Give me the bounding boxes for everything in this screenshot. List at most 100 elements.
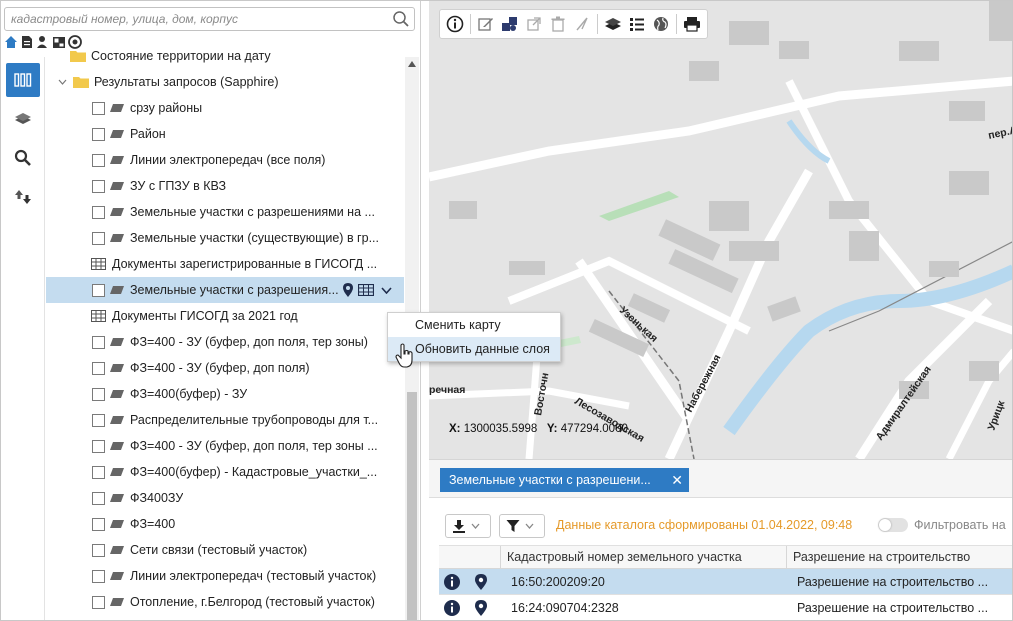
layers-button[interactable] (602, 13, 624, 35)
tree-item[interactable]: срзу районы (46, 95, 404, 121)
chevron-down-icon[interactable] (380, 286, 392, 294)
tree-item[interactable]: ЗУ с ГПЗУ в КВЗ (46, 173, 404, 199)
rail-sort[interactable] (6, 180, 40, 214)
tree-item[interactable]: ФЗ=400 (46, 511, 404, 537)
delete-button[interactable] (547, 13, 569, 35)
layer-checkbox[interactable] (92, 543, 105, 557)
cell-cadastral: 16:24:090704:2328 (511, 601, 619, 615)
shapes-button[interactable] (499, 13, 521, 35)
search-input[interactable] (11, 11, 381, 27)
measure-button[interactable] (571, 13, 593, 35)
download-dropdown[interactable] (445, 514, 491, 538)
layer-icon (110, 520, 124, 528)
layer-checkbox[interactable] (92, 491, 105, 505)
info-icon[interactable] (443, 599, 461, 617)
layer-icon (110, 182, 124, 190)
layer-checkbox[interactable] (92, 413, 105, 427)
layer-checkbox[interactable] (92, 361, 105, 375)
tree-item[interactable]: Документы ГИСОГД за 2021 год (46, 303, 404, 329)
tree-group-row[interactable]: Состояние территории на дату (70, 47, 404, 69)
folder-icon (73, 77, 89, 88)
menu-item-change-map[interactable]: Сменить карту (388, 313, 560, 337)
tree-item-label: Документы ГИСОГД за 2021 год (112, 309, 298, 323)
table-row[interactable]: 16:50:200209:20 Разрешение на строительст… (439, 569, 1012, 595)
tree-item-label: Распределительные трубопроводы для т... (130, 413, 379, 427)
layer-icon (110, 208, 124, 216)
tree-item[interactable]: Отопление, г.Белгород (тестовый участок) (46, 589, 404, 615)
tree-item[interactable]: Распределительные трубопроводы для т... (46, 407, 404, 433)
document-icon[interactable] (20, 34, 34, 50)
tree-item-label: Земельные участки (существующие) в гр... (130, 231, 379, 245)
layer-checkbox[interactable] (92, 517, 105, 531)
home-icon[interactable] (4, 34, 18, 50)
layer-checkbox[interactable] (92, 595, 105, 609)
column-header-cadastral[interactable]: Кадастровый номер земельного участка (500, 546, 786, 570)
layer-checkbox[interactable] (92, 569, 105, 583)
globe-button[interactable] (650, 13, 672, 35)
filter-dropdown[interactable] (499, 514, 545, 538)
layer-checkbox[interactable] (92, 387, 105, 401)
layer-checkbox[interactable] (92, 101, 105, 115)
layer-checkbox[interactable] (92, 231, 105, 245)
tab-layer-results[interactable]: Земельные участки с разрешени... ✕ (440, 468, 689, 492)
layer-checkbox[interactable] (92, 179, 105, 193)
grid-toolbar: Данные каталога сформированы 01.04.2022,… (429, 512, 1012, 540)
magnifier-icon (14, 149, 31, 166)
map-pin-icon[interactable] (472, 599, 490, 617)
layer-checkbox[interactable] (92, 335, 105, 349)
legend-button[interactable] (626, 13, 648, 35)
map-canvas[interactable]: пер.А Узенькая Набережная Лесозаводская … (429, 1, 1012, 459)
info-button[interactable] (444, 13, 466, 35)
chevron-down-icon (471, 523, 480, 529)
layer-checkbox[interactable] (92, 283, 105, 297)
tree-item[interactable]: ФЗ=400 - ЗУ (буфер, доп поля, тер зоны .… (46, 433, 404, 459)
layer-checkbox[interactable] (92, 205, 105, 219)
map-pin-icon[interactable] (342, 283, 353, 297)
layer-checkbox[interactable] (92, 439, 105, 453)
tree-item[interactable]: ФЗ=400 - ЗУ (буфер, доп поля) (46, 355, 404, 381)
close-icon[interactable]: ✕ (671, 468, 683, 492)
search-icon[interactable] (392, 10, 410, 28)
layer-checkbox[interactable] (92, 465, 105, 479)
street-label-rechnaya: речная (429, 384, 465, 396)
tree-item[interactable]: Район (46, 121, 404, 147)
layer-icon (110, 364, 124, 372)
tree-item[interactable]: Документы зарегистрированные в ГИСОГД ..… (46, 251, 404, 277)
tree-item[interactable]: Земельные участки с разрешениями на ... (46, 199, 404, 225)
filter-toggle[interactable] (878, 518, 908, 532)
column-header-permit[interactable]: Разрешение на строительство (786, 546, 1012, 570)
rail-basemaps[interactable] (6, 102, 40, 136)
filter-icon (506, 520, 520, 532)
rail-layers-tree[interactable] (6, 63, 40, 97)
tree-item[interactable]: Земельные участки с разрешения... (46, 277, 404, 303)
layer-icon (110, 494, 124, 502)
print-button[interactable] (681, 13, 703, 35)
layer-icon (110, 468, 124, 476)
info-icon[interactable] (443, 573, 461, 591)
tree-item[interactable]: Линии электропередач (все поля) (46, 147, 404, 173)
scroll-up-icon[interactable] (408, 61, 416, 67)
tree-item[interactable]: Земельные участки (существующие) в гр... (46, 225, 404, 251)
tree-item[interactable]: ФЗ400ЗУ (46, 485, 404, 511)
tree-item-label: ФЗ=400 - ЗУ (буфер, доп поля) (130, 361, 310, 375)
table-row[interactable]: 16:24:090704:2328 Разрешение на строитель… (439, 595, 1012, 620)
export-button[interactable] (523, 13, 545, 35)
chevron-down-icon[interactable] (58, 79, 67, 85)
edit-button[interactable] (475, 13, 497, 35)
layer-checkbox[interactable] (92, 127, 105, 141)
tree-item-label: ФЗ=400 - ЗУ (буфер, доп поля, тер зоны) (130, 335, 368, 349)
tree-item[interactable]: Линии электропередач (тестовый участок) (46, 563, 404, 589)
tree-item-label: Земельные участки с разрешения... (130, 283, 339, 297)
layer-icon (110, 390, 124, 398)
tree-item[interactable]: Сети связи (тестовый участок) (46, 537, 404, 563)
scrollbar-thumb[interactable] (407, 392, 417, 620)
map-pin-icon[interactable] (472, 573, 490, 591)
tree-item[interactable]: ФЗ=400(буфер) - Кадастровые_участки_... (46, 459, 404, 485)
tree-item[interactable]: ФЗ=400(буфер) - ЗУ (46, 381, 404, 407)
layer-checkbox[interactable] (92, 153, 105, 167)
tree-group-results[interactable]: Результаты запросов (Sapphire) (58, 69, 404, 95)
table-icon[interactable] (357, 284, 374, 296)
hand-cursor-icon (395, 343, 413, 368)
rail-search[interactable] (6, 141, 40, 175)
tree-item[interactable]: ФЗ=400 - ЗУ (буфер, доп поля, тер зоны) (46, 329, 404, 355)
